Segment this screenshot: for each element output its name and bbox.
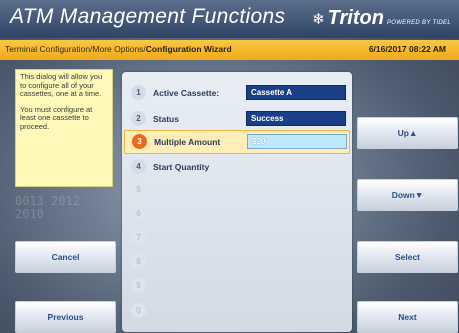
datetime-display: 6/16/2017 08:22 AM xyxy=(368,44,446,54)
wizard-row-empty: 8 xyxy=(122,250,352,274)
next-button[interactable]: Next xyxy=(357,301,458,333)
row-number: 4 xyxy=(131,159,146,174)
wizard-row-empty: 9 xyxy=(122,274,352,298)
wizard-row-active-cassette[interactable]: 1 Active Cassette: Cassette A xyxy=(122,81,352,105)
triton-logo-icon: ❄ xyxy=(312,11,325,28)
row-number-disabled: 6 xyxy=(131,206,146,221)
help-panel: This dialog will allow you to configure … xyxy=(15,69,113,187)
brand-logo: ❄ Triton POWERED BY TIDEL xyxy=(312,7,451,29)
breadcrumb-bar: Terminal Configuration/More Options/Conf… xyxy=(0,40,459,60)
previous-button[interactable]: Previous xyxy=(15,301,116,333)
wizard-row-multiple-amount[interactable]: 3 Multiple Amount $20 xyxy=(124,130,350,154)
wizard-row-empty: 6 xyxy=(122,202,352,226)
wizard-panel: 1 Active Cassette: Cassette A 2 Status S… xyxy=(122,72,352,332)
help-text-1: This dialog will allow you to configure … xyxy=(20,72,103,98)
row-label: Active Cassette: xyxy=(153,88,220,98)
header-bar: ATM Management Functions ❄ Triton POWERE… xyxy=(0,0,459,38)
row-number-disabled: 8 xyxy=(131,254,146,269)
row-number-disabled: 7 xyxy=(131,230,146,245)
cancel-button[interactable]: Cancel xyxy=(15,241,116,273)
select-button[interactable]: Select xyxy=(357,241,458,273)
brand-name: Triton xyxy=(327,7,384,29)
row-number-disabled: 0 xyxy=(131,303,146,318)
multiple-amount-input[interactable]: $20 xyxy=(247,134,347,149)
breadcrumb: Terminal Configuration/More Options/Conf… xyxy=(5,44,232,54)
row-number-selected: 3 xyxy=(132,134,147,149)
app-title: ATM Management Functions xyxy=(10,5,286,28)
wizard-row-empty: 0 xyxy=(122,299,352,323)
screen-background: ATM Management Functions ❄ Triton POWERE… xyxy=(0,0,459,333)
active-cassette-value: Cassette A xyxy=(246,85,346,100)
row-number: 2 xyxy=(131,111,146,126)
wizard-row-empty: 5 xyxy=(122,178,352,202)
help-text-2: You must configure at least one cassette… xyxy=(20,104,93,131)
wizard-row-empty: 7 xyxy=(122,226,352,250)
row-number-disabled: 5 xyxy=(131,182,146,197)
up-button[interactable]: Up▲ xyxy=(357,117,458,149)
wizard-row-status[interactable]: 2 Status Success xyxy=(122,107,352,131)
brand-subtitle: POWERED BY TIDEL xyxy=(386,20,451,26)
decorative-watermark: 0013 2012 2010 xyxy=(15,195,80,221)
row-label: Status xyxy=(153,114,179,124)
watermark-line-2: 2010 xyxy=(15,207,44,221)
breadcrumb-current: Configuration Wizard xyxy=(145,44,232,54)
down-button[interactable]: Down▼ xyxy=(357,179,458,211)
status-value: Success xyxy=(246,111,346,126)
row-number-disabled: 9 xyxy=(131,278,146,293)
wizard-row-start-quantity[interactable]: 4 Start Quantity xyxy=(122,155,352,179)
breadcrumb-path: Terminal Configuration/More Options/ xyxy=(5,44,146,54)
row-label: Start Quantity xyxy=(153,162,210,172)
row-number: 1 xyxy=(131,85,146,100)
row-label: Multiple Amount xyxy=(154,137,221,147)
